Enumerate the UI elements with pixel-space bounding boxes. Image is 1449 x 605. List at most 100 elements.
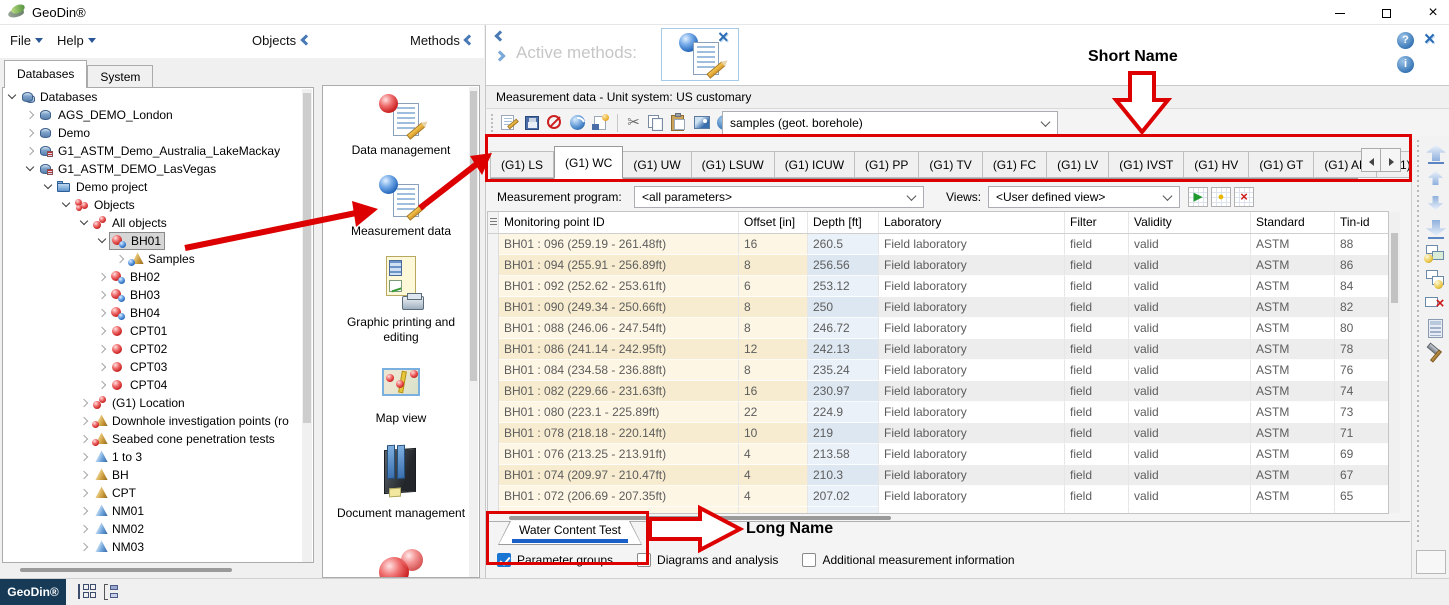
tree-item-cpt01[interactable]: CPT01	[3, 322, 313, 340]
tab-g1-hv[interactable]: (G1) HV	[1184, 151, 1249, 178]
row-selector[interactable]	[488, 381, 499, 402]
tab-g1-tv[interactable]: (G1) TV	[919, 151, 982, 178]
option-additional-measurement-information[interactable]: Additional measurement information	[802, 551, 1014, 569]
tab-g1-ls[interactable]: (G1) LS	[490, 151, 554, 178]
help-menu[interactable]: Help	[57, 33, 96, 48]
tree-item-g1-astm-demo-australia-lakemackay[interactable]: G1_ASTM_Demo_Australia_LakeMackay	[3, 142, 313, 160]
expand-icon[interactable]	[79, 503, 91, 519]
tree-item-cpt[interactable]: CPT	[3, 484, 313, 502]
row-selector[interactable]	[488, 360, 499, 381]
column-header-depth-ft[interactable]: Depth [ft]	[808, 212, 879, 233]
tree-vertical-scrollbar[interactable]	[302, 89, 312, 562]
expand-icon[interactable]	[25, 143, 37, 159]
expand-icon[interactable]	[79, 467, 91, 483]
expand-icon[interactable]	[97, 269, 109, 285]
method-item-data-management[interactable]: Data management	[331, 94, 471, 158]
unchecked-checkbox-icon[interactable]	[802, 553, 816, 567]
scale-settings-icon[interactable]	[104, 584, 122, 600]
table-vertical-scrollbar[interactable]	[1389, 212, 1400, 513]
expand-icon[interactable]	[79, 395, 91, 411]
close-method-icon[interactable]: ×	[718, 27, 729, 48]
method-item-map-view[interactable]: Map view	[331, 362, 471, 426]
tree-item-bh01[interactable]: BH01	[3, 232, 313, 250]
file-menu[interactable]: File	[10, 33, 43, 48]
toolbar-drag-handle[interactable]	[1417, 140, 1421, 545]
tab-g1-uw[interactable]: (G1) UW	[623, 151, 691, 178]
tools-icon[interactable]	[1424, 344, 1448, 364]
cancel-icon[interactable]	[545, 113, 566, 133]
tab-g1-ivst[interactable]: (G1) IVST	[1109, 151, 1184, 178]
collapse-icon[interactable]	[61, 197, 73, 213]
row-selector[interactable]	[488, 339, 499, 360]
method-item-document-management[interactable]: Document management	[331, 443, 471, 521]
option-parameter-groups[interactable]: Parameter groups	[497, 551, 613, 569]
column-header-offset-in[interactable]: Offset [in]	[739, 212, 808, 233]
tab-g1-icuw[interactable]: (G1) ICUW	[775, 151, 855, 178]
info-icon[interactable]: i	[1397, 56, 1414, 73]
edit-icon[interactable]	[499, 113, 520, 133]
collapse-icon[interactable]	[43, 179, 55, 195]
save-icon[interactable]	[522, 113, 543, 133]
row-selector[interactable]	[488, 255, 499, 276]
object-selector-dropdown[interactable]: samples (geot. borehole)	[722, 111, 1058, 135]
row-selector[interactable]	[488, 318, 499, 339]
table-row[interactable]: BH01 : 078 (218.18 - 220.14ft)10219Field…	[488, 423, 1388, 444]
maximize-button[interactable]	[1364, 0, 1408, 25]
tree-item-bh[interactable]: BH	[3, 466, 313, 484]
table-row[interactable]: BH01 : 072 (206.69 - 207.35ft)4207.02Fie…	[488, 486, 1388, 507]
expand-icon[interactable]	[79, 449, 91, 465]
tree-item-samples[interactable]: Samples	[3, 250, 313, 268]
table-row[interactable]: BH01 : 088 (246.06 - 247.54ft)8246.72Fie…	[488, 318, 1388, 339]
table-row[interactable]: BH01 : 074 (209.97 - 210.47ft)4210.3Fiel…	[488, 465, 1388, 486]
table-row[interactable]: BH01 : 090 (249.34 - 250.66ft)8250Field …	[488, 297, 1388, 318]
table-row[interactable]: BH01 : 082 (229.66 - 231.63ft)16230.97Fi…	[488, 381, 1388, 402]
tree-item-databases[interactable]: Databases	[3, 88, 313, 106]
collapse-methods-icon[interactable]	[463, 34, 474, 45]
tree-item-cpt04[interactable]: CPT04	[3, 376, 313, 394]
table-row[interactable]: BH01 : 086 (241.14 - 242.95ft)12242.13Fi…	[488, 339, 1388, 360]
tab-scroll-left-button[interactable]	[1361, 148, 1381, 172]
collapse-objects-icon[interactable]	[300, 34, 311, 45]
views-dropdown[interactable]: <User defined view>	[988, 186, 1180, 208]
tab-system[interactable]: System	[87, 65, 153, 88]
measurement-program-dropdown[interactable]: <all parameters>	[634, 186, 924, 208]
method-item-graphic-printing-and-editing[interactable]: Graphic printing and editing	[331, 256, 471, 345]
tree-item-cpt03[interactable]: CPT03	[3, 358, 313, 376]
tab-g1-lv[interactable]: (G1) LV	[1047, 151, 1109, 178]
table-row[interactable]: BH01 : 092 (252.62 - 253.61ft)6253.12Fie…	[488, 276, 1388, 297]
expand-icon[interactable]	[79, 413, 91, 429]
tree-item-g1-astm-demo-lasvegas[interactable]: G1_ASTM_DEMO_LasVegas	[3, 160, 313, 178]
row-selector[interactable]	[488, 276, 499, 297]
collapse-panel-icon[interactable]	[494, 30, 505, 41]
move-bottom-icon[interactable]	[1424, 219, 1448, 239]
checked-checkbox-icon[interactable]	[497, 553, 511, 567]
table-row[interactable]: BH01 : 096 (259.19 - 261.48ft)16260.5Fie…	[488, 234, 1388, 255]
copy-rows-icon[interactable]	[1424, 244, 1448, 264]
row-selector[interactable]	[488, 234, 499, 255]
tree-item-ags-demo-london[interactable]: AGS_DEMO_London	[3, 106, 313, 124]
run-view-button[interactable]: ▶	[1188, 187, 1208, 207]
expand-icon[interactable]	[25, 107, 37, 123]
column-header-filter[interactable]: Filter	[1065, 212, 1129, 233]
row-selector[interactable]	[488, 402, 499, 423]
expand-icon[interactable]	[97, 287, 109, 303]
expand-icon[interactable]	[25, 125, 37, 141]
table-horizontal-scrollbar[interactable]	[509, 516, 891, 520]
methods-panel-scrollbar[interactable]	[469, 87, 478, 578]
expand-icon[interactable]	[79, 485, 91, 501]
column-header-tin-id[interactable]: Tin-id	[1335, 212, 1389, 233]
expand-icon[interactable]	[79, 431, 91, 447]
column-header-standard[interactable]: Standard	[1251, 212, 1335, 233]
paste-icon[interactable]	[669, 113, 690, 133]
copy-icon[interactable]	[646, 113, 667, 133]
tree-item-downhole-investigation-points-ro[interactable]: Downhole investigation points (ro	[3, 412, 313, 430]
toolbar-grip[interactable]	[490, 114, 495, 132]
collapse-icon[interactable]	[79, 215, 91, 231]
table-row[interactable]: BH01 : 076 (213.25 - 213.91ft)4213.58Fie…	[488, 444, 1388, 465]
tree-item-all-objects[interactable]: All objects	[3, 214, 313, 232]
tab-g1-wc[interactable]: (G1) WC	[554, 146, 623, 179]
delete-rows-icon[interactable]: ×	[1424, 294, 1448, 314]
expand-icon[interactable]	[97, 323, 109, 339]
tab-databases[interactable]: Databases	[4, 60, 87, 88]
move-down-icon[interactable]	[1424, 194, 1448, 214]
